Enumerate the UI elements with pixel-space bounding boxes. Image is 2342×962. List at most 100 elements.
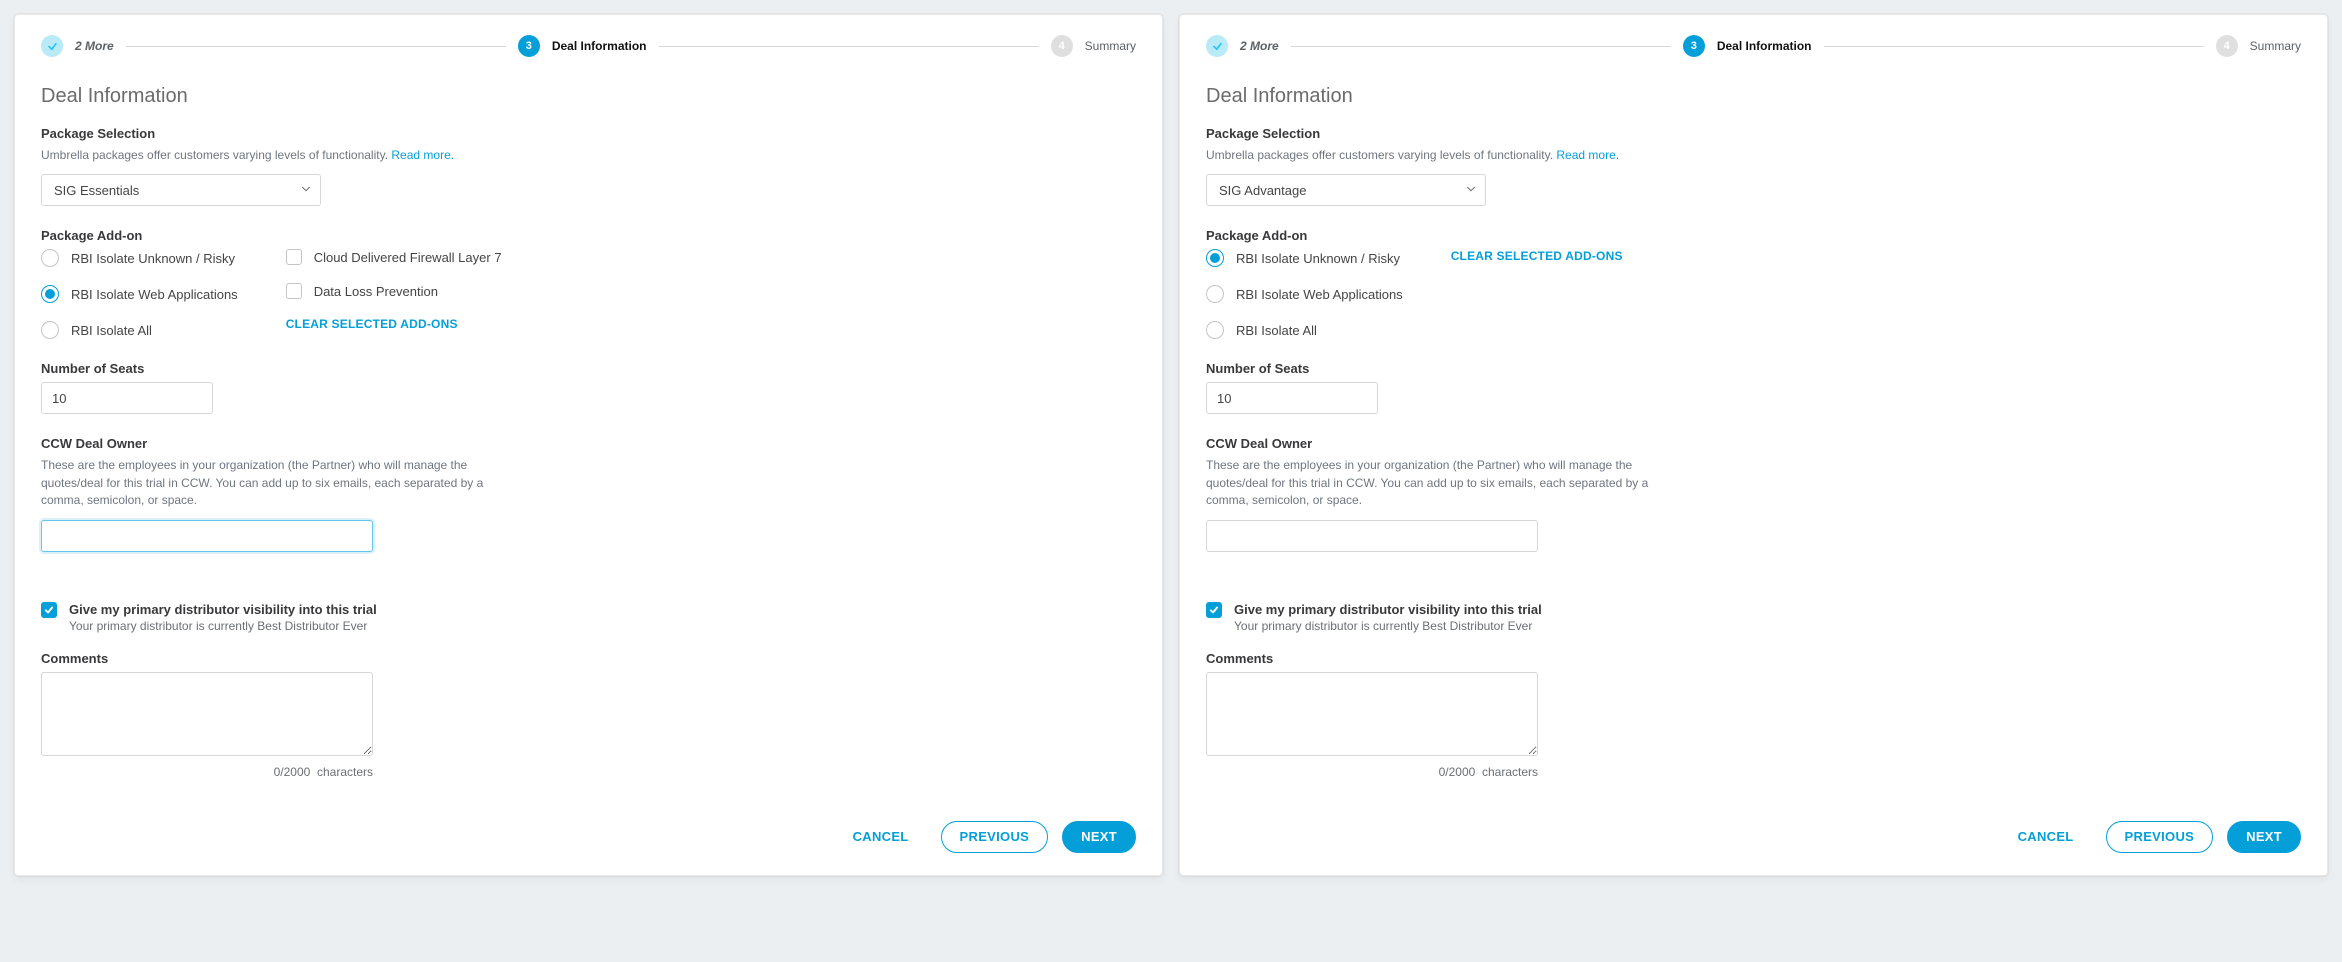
comments-textarea[interactable]	[1206, 672, 1538, 756]
step-divider	[659, 46, 1039, 47]
addon-radio-isolate-unknown[interactable]: RBI Isolate Unknown / Risky	[41, 249, 238, 267]
comments-textarea[interactable]	[41, 672, 373, 756]
checkbox-icon[interactable]	[286, 283, 302, 299]
comments-block: Comments 0/2000 characters	[41, 651, 1136, 779]
package-selection-help: Umbrella packages offer customers varyin…	[41, 147, 1136, 164]
visibility-title: Give my primary distributor visibility i…	[1234, 602, 1542, 617]
ccw-owner-input[interactable]	[41, 520, 373, 552]
seats-input[interactable]	[1206, 382, 1378, 414]
visibility-subtext: Your primary distributor is currently Be…	[1234, 619, 1542, 633]
addon-label: RBI Isolate All	[1236, 323, 1317, 338]
page-title: Deal Information	[1206, 85, 2301, 108]
visibility-checkbox[interactable]	[1206, 602, 1222, 618]
read-more-link[interactable]: Read more.	[1556, 148, 1619, 162]
seats-block: Number of Seats	[1206, 361, 2301, 414]
package-select[interactable]: SIG Essentials	[41, 174, 321, 206]
cancel-button[interactable]: CANCEL	[2000, 821, 2092, 853]
addon-radio-isolate-all[interactable]: RBI Isolate All	[1206, 321, 1403, 339]
wizard-stepper: 2 More 3 Deal Information 4 Summary	[41, 35, 1136, 57]
ccw-owner-label: CCW Deal Owner	[41, 436, 1136, 451]
page-title: Deal Information	[41, 85, 1136, 108]
distributor-visibility-block: Give my primary distributor visibility i…	[41, 602, 1136, 633]
addon-label: Cloud Delivered Firewall Layer 7	[314, 250, 502, 265]
radio-icon[interactable]	[41, 321, 59, 339]
clear-addons-link[interactable]: CLEAR SELECTED ADD-ONS	[1451, 249, 1623, 263]
step-current-number: 3	[1683, 35, 1705, 57]
step-divider	[1291, 46, 1671, 47]
seats-block: Number of Seats	[41, 361, 1136, 414]
ccw-owner-help: These are the employees in your organiza…	[41, 457, 511, 509]
package-addon-block: Package Add-on RBI Isolate Unknown / Ris…	[41, 228, 1136, 339]
addon-label: RBI Isolate Web Applications	[71, 287, 238, 302]
comments-counter: 0/2000 characters	[1206, 765, 1538, 779]
wizard-stepper: 2 More 3 Deal Information 4 Summary	[1206, 35, 2301, 57]
package-selection-label: Package Selection	[41, 126, 1136, 141]
addon-check-data-loss-prevention[interactable]: Data Loss Prevention	[286, 283, 502, 299]
next-button[interactable]: NEXT	[1062, 821, 1136, 853]
comments-block: Comments 0/2000 characters	[1206, 651, 2301, 779]
step-future-number: 4	[1051, 35, 1073, 57]
addon-label: RBI Isolate All	[71, 323, 152, 338]
step-current-label: Deal Information	[1717, 39, 1812, 53]
step-done-icon	[41, 35, 63, 57]
addon-radio-isolate-unknown[interactable]: RBI Isolate Unknown / Risky	[1206, 249, 1403, 267]
ccw-owner-help: These are the employees in your organiza…	[1206, 457, 1676, 509]
addon-label: RBI Isolate Unknown / Risky	[71, 251, 235, 266]
package-select-button[interactable]: SIG Essentials	[41, 174, 321, 206]
package-addon-block: Package Add-on RBI Isolate Unknown / Ris…	[1206, 228, 2301, 339]
step-future-label: Summary	[1085, 39, 1136, 53]
ccw-owner-block: CCW Deal Owner These are the employees i…	[41, 436, 1136, 551]
step-current-number: 3	[518, 35, 540, 57]
seats-label: Number of Seats	[1206, 361, 2301, 376]
form-panel-right: 2 More 3 Deal Information 4 Summary Deal…	[1179, 14, 2328, 876]
package-select-button[interactable]: SIG Advantage	[1206, 174, 1486, 206]
form-footer: CANCEL PREVIOUS NEXT	[1206, 821, 2301, 853]
comments-label: Comments	[1206, 651, 2301, 666]
step-done-label[interactable]: 2 More	[75, 39, 114, 53]
ccw-owner-label: CCW Deal Owner	[1206, 436, 2301, 451]
previous-button[interactable]: PREVIOUS	[2106, 821, 2214, 853]
package-select[interactable]: SIG Advantage	[1206, 174, 1486, 206]
ccw-owner-block: CCW Deal Owner These are the employees i…	[1206, 436, 2301, 551]
visibility-checkbox[interactable]	[41, 602, 57, 618]
radio-icon[interactable]	[1206, 249, 1224, 267]
package-addon-label: Package Add-on	[1206, 228, 2301, 243]
package-selection-block: Package Selection Umbrella packages offe…	[1206, 126, 2301, 206]
radio-icon[interactable]	[1206, 285, 1224, 303]
comments-counter: 0/2000 characters	[41, 765, 373, 779]
radio-icon[interactable]	[41, 285, 59, 303]
package-addon-label: Package Add-on	[41, 228, 1136, 243]
radio-icon[interactable]	[41, 249, 59, 267]
previous-button[interactable]: PREVIOUS	[941, 821, 1049, 853]
distributor-visibility-block: Give my primary distributor visibility i…	[1206, 602, 2301, 633]
ccw-owner-input[interactable]	[1206, 520, 1538, 552]
addon-check-firewall-layer7[interactable]: Cloud Delivered Firewall Layer 7	[286, 249, 502, 265]
next-button[interactable]: NEXT	[2227, 821, 2301, 853]
visibility-subtext: Your primary distributor is currently Be…	[69, 619, 377, 633]
addon-label: RBI Isolate Web Applications	[1236, 287, 1403, 302]
package-selection-label: Package Selection	[1206, 126, 2301, 141]
step-done-label[interactable]: 2 More	[1240, 39, 1279, 53]
step-divider	[1824, 46, 2204, 47]
step-done-icon	[1206, 35, 1228, 57]
radio-icon[interactable]	[1206, 321, 1224, 339]
addon-radio-isolate-all[interactable]: RBI Isolate All	[41, 321, 238, 339]
form-panel-left: 2 More 3 Deal Information 4 Summary Deal…	[14, 14, 1163, 876]
addon-label: RBI Isolate Unknown / Risky	[1236, 251, 1400, 266]
addon-radio-isolate-web-apps[interactable]: RBI Isolate Web Applications	[1206, 285, 1403, 303]
clear-addons-link[interactable]: CLEAR SELECTED ADD-ONS	[286, 317, 502, 331]
comments-label: Comments	[41, 651, 1136, 666]
seats-input[interactable]	[41, 382, 213, 414]
read-more-link[interactable]: Read more.	[391, 148, 454, 162]
package-selection-block: Package Selection Umbrella packages offe…	[41, 126, 1136, 206]
checkbox-icon[interactable]	[286, 249, 302, 265]
step-current-label: Deal Information	[552, 39, 647, 53]
seats-label: Number of Seats	[41, 361, 1136, 376]
step-future-number: 4	[2216, 35, 2238, 57]
package-selection-help: Umbrella packages offer customers varyin…	[1206, 147, 2301, 164]
step-divider	[126, 46, 506, 47]
addon-radio-isolate-web-apps[interactable]: RBI Isolate Web Applications	[41, 285, 238, 303]
form-footer: CANCEL PREVIOUS NEXT	[41, 821, 1136, 853]
cancel-button[interactable]: CANCEL	[835, 821, 927, 853]
addon-label: Data Loss Prevention	[314, 284, 438, 299]
